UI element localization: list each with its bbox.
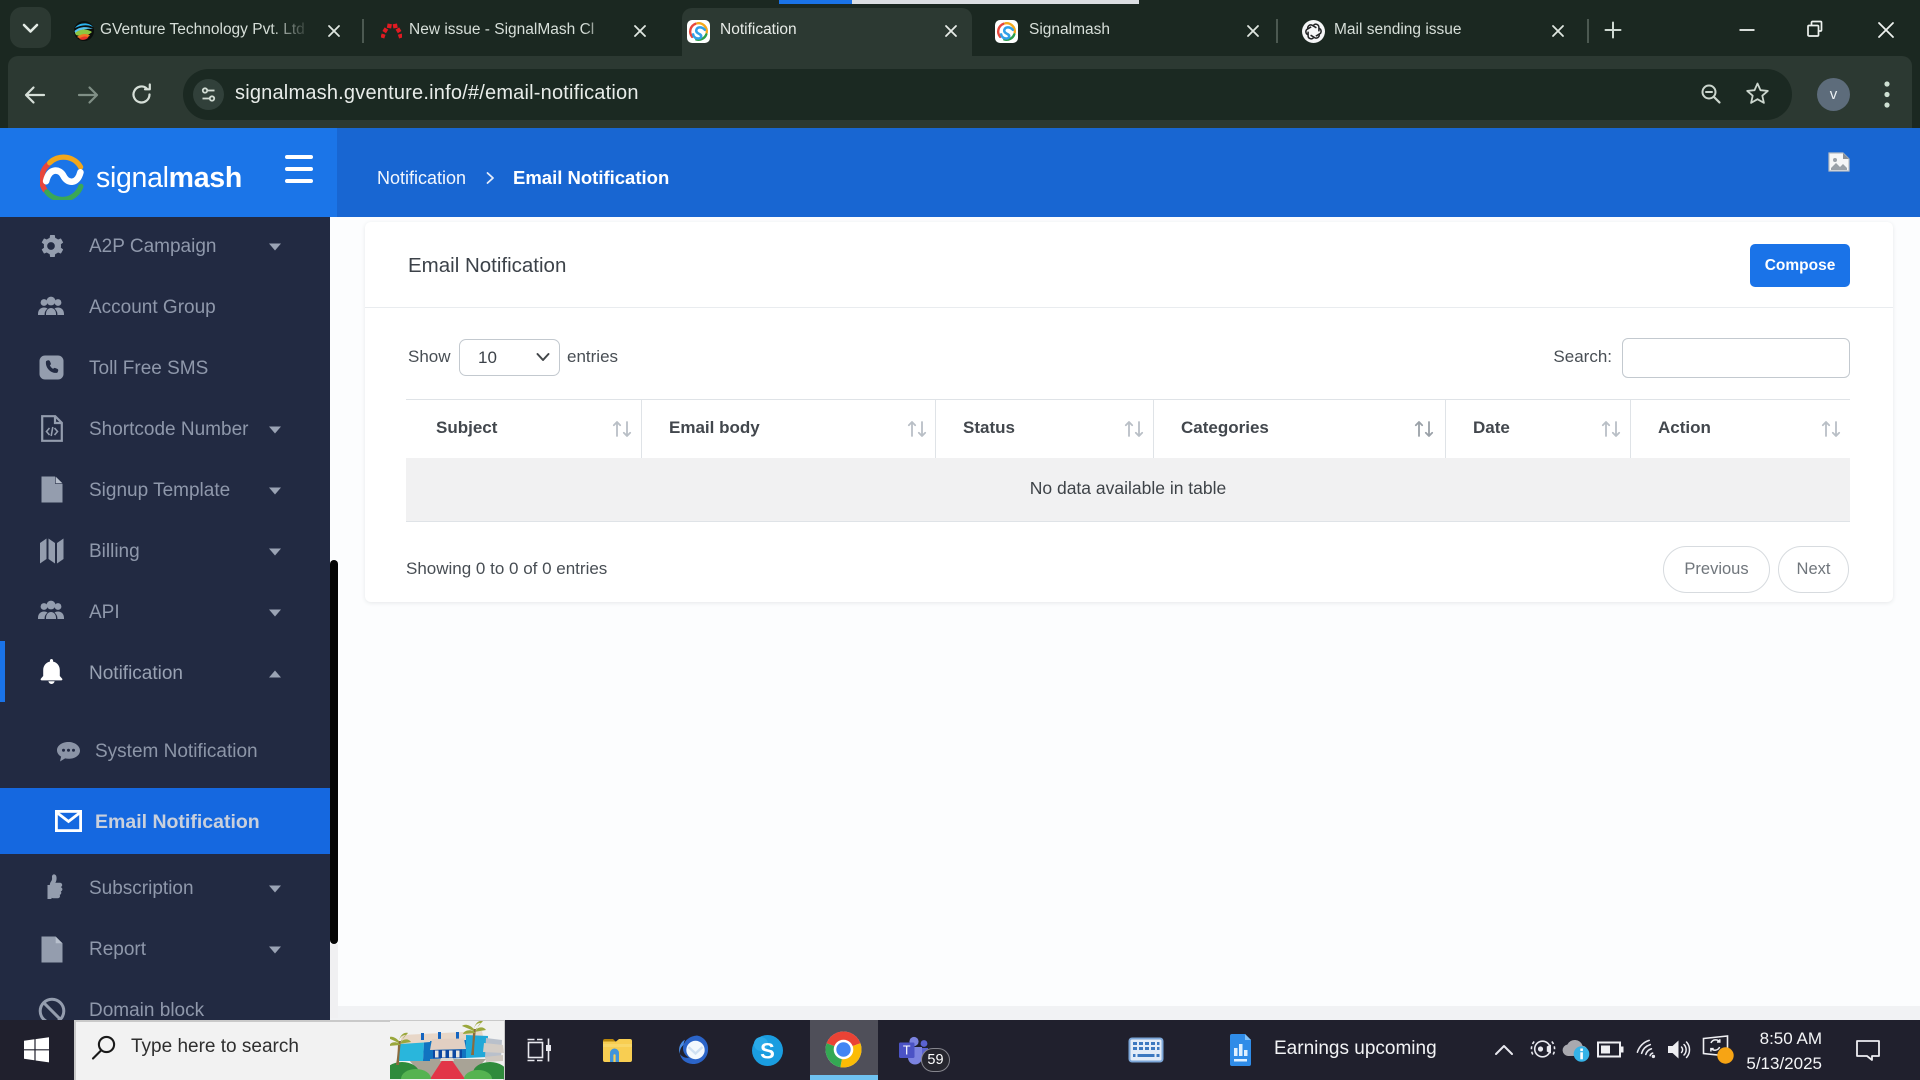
svg-text:S: S bbox=[760, 1039, 775, 1064]
svg-text:T: T bbox=[903, 1044, 911, 1058]
